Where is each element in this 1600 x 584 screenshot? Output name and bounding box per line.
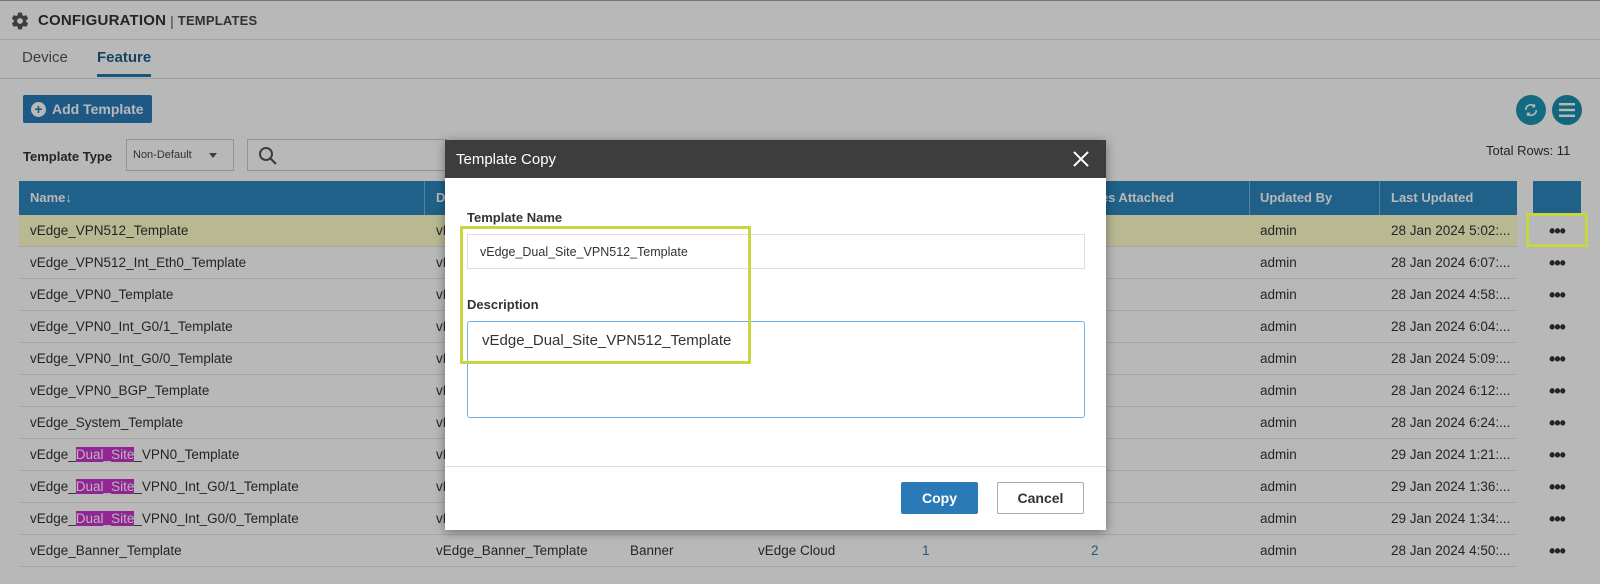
annotation-callout-fields — [460, 226, 751, 364]
dialog-divider — [445, 466, 1106, 467]
close-icon[interactable] — [1071, 149, 1091, 169]
template-name-label: Template Name — [467, 210, 563, 225]
dialog-header: Template Copy — [445, 140, 1106, 178]
app-window: CONFIGURATION | TEMPLATES Device Feature… — [0, 0, 1600, 584]
annotation-callout-more — [1526, 213, 1588, 247]
cancel-button[interactable]: Cancel — [997, 482, 1084, 514]
copy-button[interactable]: Copy — [901, 482, 978, 514]
dialog-title: Template Copy — [456, 150, 557, 168]
